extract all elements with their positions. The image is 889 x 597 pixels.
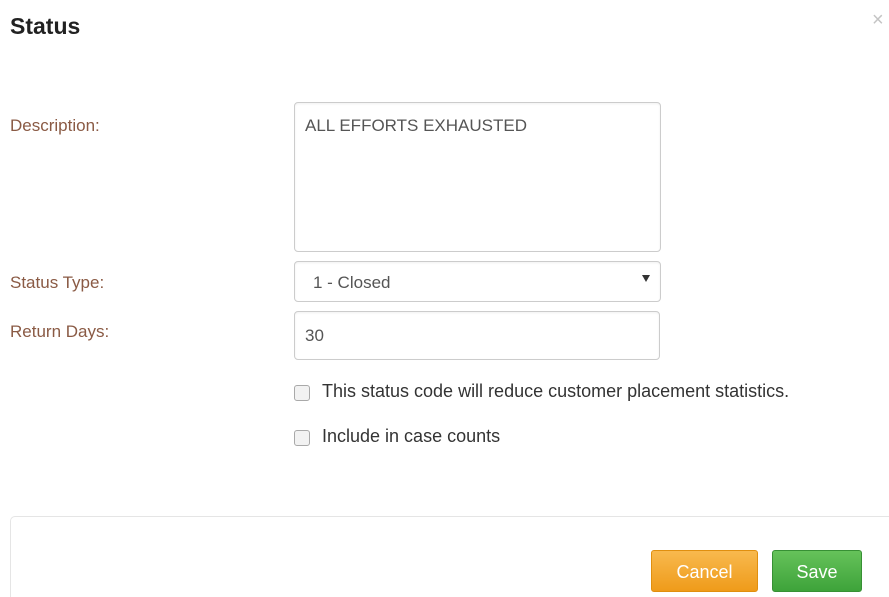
description-field[interactable]: ALL EFFORTS EXHAUSTED bbox=[294, 102, 661, 252]
status-type-value: 1 - Closed bbox=[313, 273, 391, 292]
reduce-statistics-checkbox[interactable] bbox=[294, 385, 310, 401]
include-case-counts-label: Include in case counts bbox=[322, 426, 501, 446]
cancel-button[interactable]: Cancel bbox=[651, 550, 758, 592]
close-icon[interactable]: × bbox=[872, 10, 889, 30]
return-days-input[interactable] bbox=[294, 311, 660, 360]
include-case-counts-checkbox[interactable] bbox=[294, 430, 310, 446]
status-type-select[interactable]: 1 - Closed bbox=[294, 261, 661, 302]
save-button[interactable]: Save bbox=[772, 550, 862, 592]
status-type-label: Status Type: bbox=[10, 273, 105, 292]
return-days-label: Return Days: bbox=[10, 322, 110, 341]
description-label: Description: bbox=[10, 116, 100, 135]
dialog-title: Status bbox=[10, 13, 81, 39]
chevron-down-icon bbox=[642, 275, 650, 282]
reduce-statistics-label: This status code will reduce customer pl… bbox=[322, 381, 790, 401]
